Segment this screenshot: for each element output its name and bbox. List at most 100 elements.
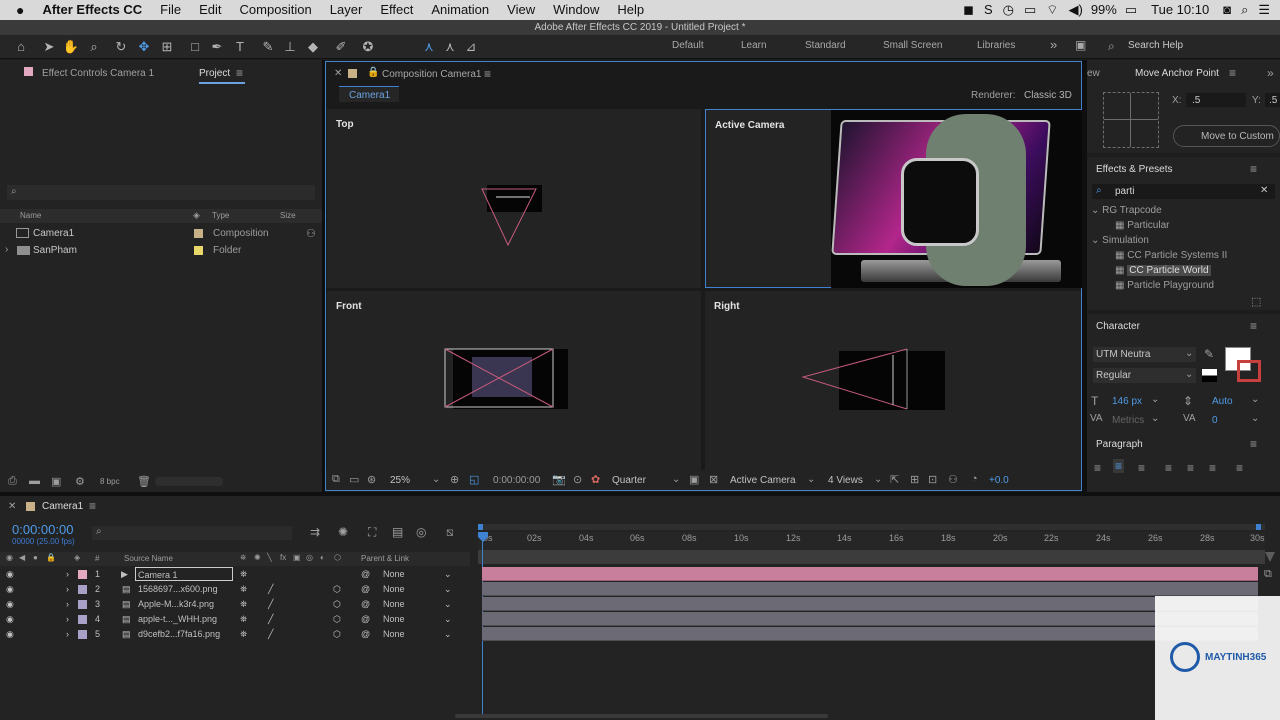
expand-chevron-icon[interactable]: › xyxy=(5,244,8,255)
shy-switch-icon[interactable]: ⛯ xyxy=(240,569,247,580)
layer-name[interactable]: 1568697...x600.png xyxy=(138,584,218,594)
layer-row[interactable]: ◉ › 2 ▤ 1568697...x600.png ⛯ ╱ ⬡ @ None … xyxy=(0,582,470,597)
chevron-down-icon[interactable]: ⌄ xyxy=(444,614,452,625)
channel-icon[interactable]: ✿ xyxy=(591,473,600,486)
work-area-bar[interactable] xyxy=(478,524,1265,530)
snapshot-icon[interactable]: 📷 xyxy=(552,473,566,486)
current-time[interactable]: 0:00:00:00 xyxy=(493,475,540,486)
effects-title[interactable]: Effects & Presets xyxy=(1096,164,1173,175)
shy-switch-icon[interactable]: ⛯ xyxy=(240,553,246,563)
font-family-dropdown[interactable]: UTM Neutra ⌄ xyxy=(1093,347,1196,362)
menu-edit[interactable]: Edit xyxy=(190,0,230,20)
battery-icon[interactable]: ▭ xyxy=(1120,0,1142,20)
move-to-custom-button[interactable]: Move to Custom xyxy=(1173,125,1280,147)
panel-menu-icon[interactable]: ≡ xyxy=(89,499,96,513)
region-of-interest-icon[interactable]: ◱ xyxy=(469,473,479,486)
draft-3d-icon[interactable]: ⊞ xyxy=(910,473,919,486)
3d-layer-switch-icon[interactable]: ⬡ xyxy=(333,629,341,640)
skype-icon[interactable]: S xyxy=(979,0,998,20)
lock-icon[interactable]: 🔒 xyxy=(367,67,379,78)
lock-switch-icon[interactable]: 🔒 xyxy=(46,553,56,562)
layout-chevron-icon[interactable]: ⌄ xyxy=(874,474,882,485)
workspace-small-screen[interactable]: Small Screen xyxy=(883,40,942,51)
label-tag-icon[interactable]: ◈ xyxy=(193,210,200,221)
3d-layer-switch-icon[interactable]: ⬡ xyxy=(334,553,341,562)
view-front[interactable]: Front xyxy=(327,291,701,470)
hand-tool-icon[interactable]: ✋ xyxy=(62,38,80,56)
shy-switch-icon[interactable]: ⛯ xyxy=(240,584,247,595)
effect-cc-particle-systems[interactable]: ▦ CC Particle Systems II xyxy=(1115,250,1227,261)
home-icon[interactable]: ⌂ xyxy=(12,38,30,56)
visibility-eye-icon[interactable]: ◉ xyxy=(6,614,14,625)
shy-switch-icon[interactable]: ⛯ xyxy=(240,599,247,610)
pickwhip-icon[interactable]: @ xyxy=(361,599,370,609)
menu-animation[interactable]: Animation xyxy=(422,0,498,20)
expand-chevron-icon[interactable]: › xyxy=(66,584,69,594)
more-workspaces-icon[interactable]: » xyxy=(1050,37,1057,52)
local-axis-mode-icon[interactable]: ⋏ xyxy=(420,38,438,56)
y-input[interactable]: .5 xyxy=(1265,93,1280,107)
layer-duration-bar[interactable] xyxy=(482,627,1258,641)
parent-dropdown[interactable]: None xyxy=(383,629,405,639)
panel-menu-icon[interactable]: ≡ xyxy=(1250,319,1257,333)
visibility-eye-icon[interactable]: ◉ xyxy=(6,569,14,580)
interpret-footage-icon[interactable]: ⎙ xyxy=(8,475,17,488)
panel-menu-icon[interactable]: ≡ xyxy=(1250,437,1257,451)
work-area-start-handle[interactable] xyxy=(478,524,483,530)
notification-center-icon[interactable]: ☰ xyxy=(1253,0,1280,20)
zoom-chevron-icon[interactable]: ⌄ xyxy=(432,474,440,485)
font-size-value[interactable]: 146 px xyxy=(1112,396,1142,407)
parent-dropdown[interactable]: None xyxy=(383,614,405,624)
app-menu[interactable]: After Effects CC xyxy=(33,0,151,20)
layer-label-color[interactable] xyxy=(78,585,87,594)
view-axis-mode-icon[interactable]: ⊿ xyxy=(462,38,480,56)
camera-view-dropdown[interactable]: Active Camera xyxy=(730,475,796,486)
view-top[interactable]: Top xyxy=(327,109,701,288)
effect-switch-icon[interactable]: fx xyxy=(280,553,286,562)
clone-stamp-tool-icon[interactable]: ⊥ xyxy=(281,38,299,56)
frame-blend-switch-icon[interactable]: ▣ xyxy=(293,553,301,562)
zoom-tool-icon[interactable]: ⌕ xyxy=(85,38,103,56)
chevron-down-icon[interactable]: ⌄ xyxy=(1151,394,1159,405)
menu-help[interactable]: Help xyxy=(608,0,653,20)
type-tool-icon[interactable]: T xyxy=(231,38,249,56)
quality-switch-icon[interactable]: ╱ xyxy=(268,614,273,625)
user-icon[interactable]: ◙ xyxy=(1218,0,1236,20)
eraser-tool-icon[interactable]: ◆ xyxy=(304,38,322,56)
frame-blending-icon[interactable]: ▤ xyxy=(392,525,403,539)
menu-file[interactable]: File xyxy=(151,0,190,20)
spotlight-search-icon[interactable]: ⌕ xyxy=(1236,0,1253,20)
panel-menu-icon[interactable]: ≡ xyxy=(1229,66,1236,80)
effect-particle-playground[interactable]: ▦ Particle Playground xyxy=(1115,280,1214,291)
shy-switch-icon[interactable]: ⛯ xyxy=(240,629,247,640)
panel-menu-icon[interactable]: ≡ xyxy=(236,66,243,80)
stroke-color-swatch[interactable] xyxy=(1237,360,1261,382)
bit-depth[interactable]: 8 bpc xyxy=(100,477,120,486)
parent-dropdown[interactable]: None xyxy=(383,599,405,609)
camera-chevron-icon[interactable]: ⌄ xyxy=(807,474,815,485)
visibility-eye-icon[interactable]: ◉ xyxy=(6,584,14,595)
layer-name[interactable]: apple-t..._WHH.png xyxy=(138,614,217,624)
comp-end-marker[interactable] xyxy=(1265,552,1275,562)
workspace-standard[interactable]: Standard xyxy=(805,40,846,51)
quality-switch-icon[interactable]: ╱ xyxy=(268,629,273,640)
tab-composition[interactable]: Composition Camera1 xyxy=(382,69,482,80)
col-parent-link[interactable]: Parent & Link xyxy=(361,554,409,563)
draft-3d-icon[interactable]: ✺ xyxy=(338,525,348,539)
sync-icon[interactable]: ◷ xyxy=(998,0,1019,20)
thumbnail-slider[interactable] xyxy=(155,477,223,486)
panel-menu-icon[interactable]: ≡ xyxy=(1250,162,1257,176)
layer-duration-bar[interactable] xyxy=(482,612,1258,626)
brush-tool-icon[interactable]: ✎ xyxy=(259,38,277,56)
show-snapshot-icon[interactable]: ⊙ xyxy=(573,473,582,486)
clear-search-icon[interactable]: ✕ xyxy=(1260,185,1268,196)
menu-layer[interactable]: Layer xyxy=(321,0,372,20)
rectangle-tool-icon[interactable]: □ xyxy=(186,38,204,56)
layer-duration-bar[interactable] xyxy=(482,567,1258,581)
new-folder-icon[interactable]: ▬ xyxy=(29,475,40,487)
group-simulation[interactable]: ⌄ Simulation xyxy=(1091,235,1149,246)
tracking-value[interactable]: 0 xyxy=(1212,415,1218,426)
motion-blur-switch-icon[interactable]: ◎ xyxy=(306,553,313,562)
chevron-down-icon[interactable]: ⌄ xyxy=(1251,394,1259,405)
motion-blur-icon[interactable]: ◎ xyxy=(416,525,426,539)
